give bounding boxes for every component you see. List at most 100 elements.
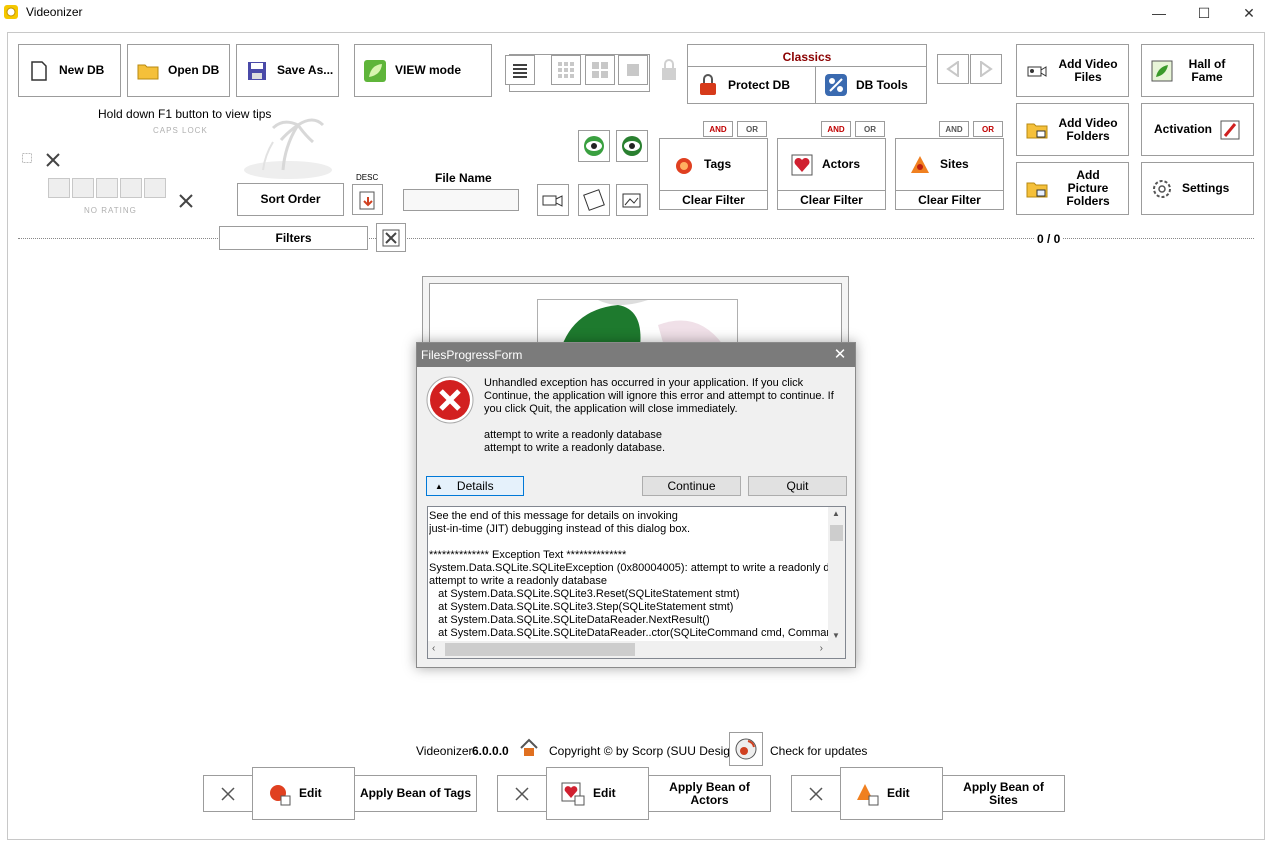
actors-clear-filter-button[interactable]: Clear Filter xyxy=(777,190,886,210)
vertical-scroll-thumb[interactable] xyxy=(830,525,843,541)
error-line-1: attempt to write a readonly database xyxy=(484,429,662,441)
video-folder-icon xyxy=(1026,123,1048,138)
tags-and-toggle[interactable]: AND xyxy=(703,121,733,137)
tags-icon xyxy=(676,157,692,174)
previous-button[interactable] xyxy=(937,54,969,84)
small-grid-icon xyxy=(558,62,574,78)
small-grid-button[interactable] xyxy=(551,55,581,85)
eye-filter-button[interactable] xyxy=(578,130,610,162)
vertical-scrollbar[interactable]: ▲ ▼ xyxy=(828,507,845,642)
check-updates-label[interactable]: Check for updates xyxy=(770,744,867,758)
tags-filter-button[interactable]: Tags xyxy=(659,138,768,191)
continue-button[interactable]: Continue xyxy=(642,476,741,496)
file-name-input[interactable] xyxy=(403,189,519,211)
film-type-button[interactable] xyxy=(578,184,610,216)
details-text: See the end of this message for details … xyxy=(429,510,829,639)
dialog-close-button[interactable]: ✕ xyxy=(831,346,849,364)
list-view-button[interactable] xyxy=(505,55,535,85)
open-db-button[interactable]: Open DB xyxy=(127,44,230,97)
home-icon[interactable] xyxy=(519,738,539,758)
filters-button[interactable]: Filters xyxy=(219,226,368,250)
clear-rating-icon[interactable] xyxy=(178,193,194,209)
apply-bean-of-actors-button[interactable]: Apply Bean of Actors xyxy=(648,775,771,812)
actors-and-toggle[interactable]: AND xyxy=(821,121,851,137)
apply-bean-of-sites-button[interactable]: Apply Bean of Sites xyxy=(942,775,1065,812)
sites-filter-button[interactable]: Sites xyxy=(895,138,1004,191)
picture-folder-icon xyxy=(1026,182,1048,197)
sites-icon xyxy=(911,155,929,173)
picture-icon xyxy=(622,193,641,208)
minimize-button[interactable]: — xyxy=(1136,0,1182,26)
sites-edit-icon xyxy=(857,783,879,805)
next-button[interactable] xyxy=(970,54,1002,84)
certificate-icon xyxy=(1220,120,1240,139)
rating-star[interactable] xyxy=(144,178,166,198)
satellite-icon xyxy=(735,738,757,760)
horizontal-scroll-thumb[interactable] xyxy=(445,643,635,656)
clear-filters-button[interactable] xyxy=(376,223,406,252)
tags-edit-icon xyxy=(270,784,291,805)
sites-bean-clear-button[interactable] xyxy=(791,775,841,812)
actors-filter-button[interactable]: Actors xyxy=(777,138,886,191)
check-updates-button[interactable] xyxy=(729,732,763,766)
add-video-files-button[interactable]: Add Video Files xyxy=(1016,44,1129,97)
rating-stars[interactable] xyxy=(48,178,170,198)
tags-clear-filter-button[interactable]: Clear Filter xyxy=(659,190,768,210)
activation-button[interactable]: Activation xyxy=(1141,103,1254,156)
details-textbox[interactable]: See the end of this message for details … xyxy=(427,506,846,659)
eye-icon xyxy=(584,136,604,156)
sites-edit-button[interactable]: Edit xyxy=(840,767,943,820)
sites-and-toggle[interactable]: AND xyxy=(939,121,969,137)
rating-star[interactable] xyxy=(120,178,142,198)
picture-type-button[interactable] xyxy=(616,184,648,216)
quit-button[interactable]: Quit xyxy=(748,476,847,496)
scroll-left-icon[interactable]: ‹ xyxy=(432,643,435,654)
save-as-button[interactable]: Save As... xyxy=(236,44,339,97)
sites-or-toggle[interactable]: OR xyxy=(973,121,1003,137)
sort-desc-icon xyxy=(359,191,374,209)
sites-clear-filter-button[interactable]: Clear Filter xyxy=(895,190,1004,210)
floppy-disk-icon xyxy=(248,61,266,80)
scroll-up-icon[interactable]: ▲ xyxy=(832,509,840,518)
scroll-down-icon[interactable]: ▼ xyxy=(832,631,840,640)
new-db-button[interactable]: New DB xyxy=(18,44,121,97)
classics-header[interactable]: Classics xyxy=(687,44,927,67)
close-window-button[interactable]: ✕ xyxy=(1226,0,1272,26)
hall-of-fame-button[interactable]: Hall of Fame xyxy=(1141,44,1254,97)
actors-or-toggle[interactable]: OR xyxy=(855,121,885,137)
video-type-button[interactable] xyxy=(537,184,569,216)
protect-db-button[interactable]: Protect DB xyxy=(687,66,816,104)
folder-icon xyxy=(137,64,159,79)
details-button[interactable]: ▲ Details xyxy=(426,476,524,496)
exception-dialog: FilesProgressForm ✕ Unhandled exception … xyxy=(416,342,856,668)
leaf-icon xyxy=(364,59,386,82)
tags-bean-clear-button[interactable] xyxy=(203,775,253,812)
add-picture-folders-button[interactable]: Add Picture Folders xyxy=(1016,162,1129,215)
db-tools-button[interactable]: DB Tools xyxy=(815,66,927,104)
settings-button[interactable]: Settings xyxy=(1141,162,1254,215)
rating-star[interactable] xyxy=(48,178,70,198)
tags-or-toggle[interactable]: OR xyxy=(737,121,767,137)
view-mode-button[interactable]: VIEW mode xyxy=(354,44,492,97)
clear-x-icon xyxy=(809,786,823,801)
sort-order-button[interactable]: Sort Order xyxy=(237,183,344,216)
tags-edit-button[interactable]: Edit xyxy=(252,767,355,820)
film-strip-icon xyxy=(583,189,605,211)
rating-star[interactable] xyxy=(96,178,118,198)
actors-bean-clear-button[interactable] xyxy=(497,775,547,812)
checkbox-icon[interactable] xyxy=(22,153,32,163)
apply-bean-of-tags-button[interactable]: Apply Bean of Tags xyxy=(354,775,477,812)
add-video-folders-button[interactable]: Add Video Folders xyxy=(1016,103,1129,156)
horizontal-scrollbar[interactable]: ‹ › xyxy=(428,641,845,658)
single-view-button[interactable] xyxy=(618,55,648,85)
rating-star[interactable] xyxy=(72,178,94,198)
actors-edit-button[interactable]: Edit xyxy=(546,767,649,820)
scroll-right-icon[interactable]: › xyxy=(820,643,823,654)
camera-icon xyxy=(542,195,563,207)
sort-direction-button[interactable] xyxy=(352,184,383,215)
large-grid-button[interactable] xyxy=(585,55,615,85)
large-grid-icon xyxy=(592,62,608,78)
maximize-button[interactable]: ☐ xyxy=(1181,0,1227,26)
eye-alt-filter-button[interactable] xyxy=(616,130,648,162)
clear-x-icon[interactable] xyxy=(45,152,61,168)
